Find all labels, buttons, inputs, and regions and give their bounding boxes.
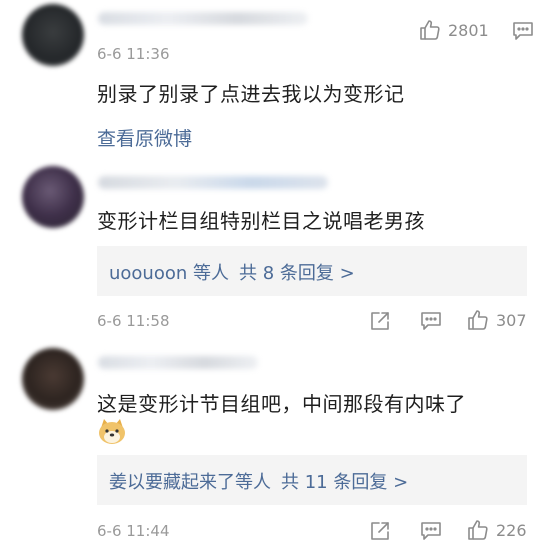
comment-text: 这是变形计节目组吧，中间那段有内味了 bbox=[97, 392, 466, 416]
reply-preview[interactable]: uoouoon 等人共 8 条回复 > bbox=[97, 246, 527, 296]
share-icon bbox=[371, 312, 389, 330]
like-button[interactable]: 307 bbox=[466, 308, 527, 332]
comment-time: 6-6 11:44 bbox=[97, 522, 170, 540]
username[interactable] bbox=[98, 356, 258, 369]
comment-button[interactable] bbox=[512, 20, 534, 42]
comment-text: 变形计栏目组特别栏目之说唱老男孩 bbox=[97, 209, 425, 233]
doge-emoji-icon bbox=[99, 419, 125, 444]
avatar[interactable] bbox=[22, 4, 84, 66]
avatar[interactable] bbox=[22, 348, 84, 410]
like-count: 2801 bbox=[448, 20, 489, 40]
like-count: 226 bbox=[496, 520, 527, 540]
view-original-link[interactable]: 查看原微博 bbox=[97, 124, 192, 151]
reply-count-link[interactable]: 共 11 条回复 > bbox=[281, 472, 408, 493]
comment-icon bbox=[421, 522, 441, 540]
username[interactable] bbox=[98, 12, 308, 25]
comment-icon bbox=[513, 22, 533, 40]
like-button[interactable]: 226 bbox=[466, 518, 527, 542]
reply-preview[interactable]: 姜以要藏起来了等人共 11 条回复 > bbox=[97, 455, 527, 505]
comment-icon bbox=[421, 312, 441, 330]
comment-button[interactable] bbox=[420, 310, 442, 332]
reply-users[interactable]: uoouoon 等人 bbox=[109, 263, 229, 284]
avatar[interactable] bbox=[22, 166, 84, 228]
comment-time: 6-6 11:36 bbox=[97, 45, 170, 63]
comment-time: 6-6 11:58 bbox=[97, 312, 170, 330]
reply-users[interactable]: 姜以要藏起来了等人 bbox=[109, 472, 271, 493]
share-button[interactable] bbox=[369, 520, 391, 542]
like-count: 307 bbox=[496, 310, 527, 330]
like-button[interactable]: 2801 bbox=[418, 18, 489, 42]
thumbs-up-icon bbox=[420, 20, 440, 40]
thumbs-up-icon bbox=[468, 310, 488, 330]
username[interactable] bbox=[98, 176, 328, 189]
comment-text: 别录了别录了点进去我以为变形记 bbox=[97, 82, 405, 106]
thumbs-up-icon bbox=[468, 520, 488, 540]
share-icon bbox=[371, 522, 389, 540]
share-button[interactable] bbox=[369, 310, 391, 332]
comment-button[interactable] bbox=[420, 520, 442, 542]
reply-count-link[interactable]: 共 8 条回复 > bbox=[239, 263, 355, 284]
